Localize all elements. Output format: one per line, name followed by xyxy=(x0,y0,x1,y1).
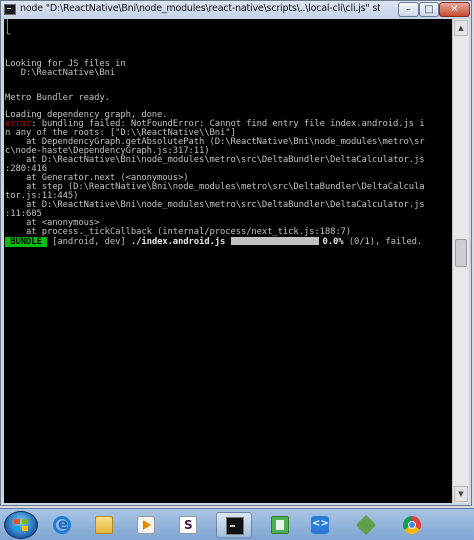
minimize-button[interactable]: – xyxy=(398,2,419,17)
console-line: │ xyxy=(5,20,11,30)
vscode-icon xyxy=(311,516,329,534)
cmd-window-icon[interactable] xyxy=(4,4,16,15)
bundle-percent: 0.0% xyxy=(322,237,344,247)
taskbar-item-android-emulator[interactable] xyxy=(262,512,298,538)
nodejs-icon xyxy=(355,514,377,536)
console-output[interactable]: │ └ Looking for JS files in D:\ReactNati… xyxy=(4,19,452,503)
console-line: at D:\ReactNative\Bni\node_modules\metro… xyxy=(5,200,425,210)
chrome-icon xyxy=(403,516,421,534)
taskbar-item-media-player[interactable] xyxy=(128,512,164,538)
folder-icon xyxy=(95,516,113,534)
start-orb-icon[interactable] xyxy=(4,511,38,539)
maximize-button[interactable]: □ xyxy=(419,2,439,17)
taskbar-item-internet-explorer[interactable] xyxy=(44,512,80,538)
scrollbar-thumb[interactable] xyxy=(455,239,467,267)
vertical-scrollbar[interactable]: ▲ ▼ xyxy=(452,19,469,503)
taskbar-item-command-prompt[interactable] xyxy=(216,512,252,538)
taskbar-item-vscode[interactable] xyxy=(302,512,338,538)
title-bar[interactable]: node "D:\ReactNative\Bni\node_modules\re… xyxy=(1,1,471,19)
taskbar-item-chrome[interactable] xyxy=(394,512,430,538)
close-button[interactable]: ✕ xyxy=(439,2,470,17)
console-line: └ xyxy=(5,30,11,40)
scroll-up-arrow-icon[interactable]: ▲ xyxy=(454,20,468,36)
internet-explorer-icon xyxy=(53,515,71,534)
bundle-status-line: BUNDLE [android, dev] ./index.android.js… xyxy=(5,237,422,247)
command-prompt-icon xyxy=(226,517,244,535)
console-window: node "D:\ReactNative\Bni\node_modules\re… xyxy=(0,0,472,506)
scroll-down-arrow-icon[interactable]: ▼ xyxy=(454,486,468,502)
bundle-tag: BUNDLE xyxy=(5,237,47,247)
taskbar-item-folder[interactable] xyxy=(86,512,122,538)
bundle-progress-bar xyxy=(230,237,319,245)
android-emulator-icon xyxy=(271,516,289,534)
taskbar-item-nodejs[interactable] xyxy=(348,512,384,538)
console-line: D:\ReactNative\Bni xyxy=(5,68,116,78)
console-line: Metro Bundler ready. xyxy=(5,93,110,103)
console-line: at D:\ReactNative\Bni\node_modules\metro… xyxy=(5,155,425,165)
console-line: at process._tickCallback (internal/proce… xyxy=(5,227,352,237)
bundle-platform: [android, dev] xyxy=(46,237,131,247)
window-title: node "D:\ReactNative\Bni\node_modules\re… xyxy=(20,3,380,14)
bundle-status: (0/1), failed. xyxy=(343,237,423,247)
taskbar xyxy=(0,508,474,540)
taskbar-item-slack[interactable] xyxy=(170,512,206,538)
slack-icon xyxy=(179,516,197,534)
bundle-file: ./index.android.js xyxy=(130,237,226,247)
media-player-icon xyxy=(137,516,155,534)
